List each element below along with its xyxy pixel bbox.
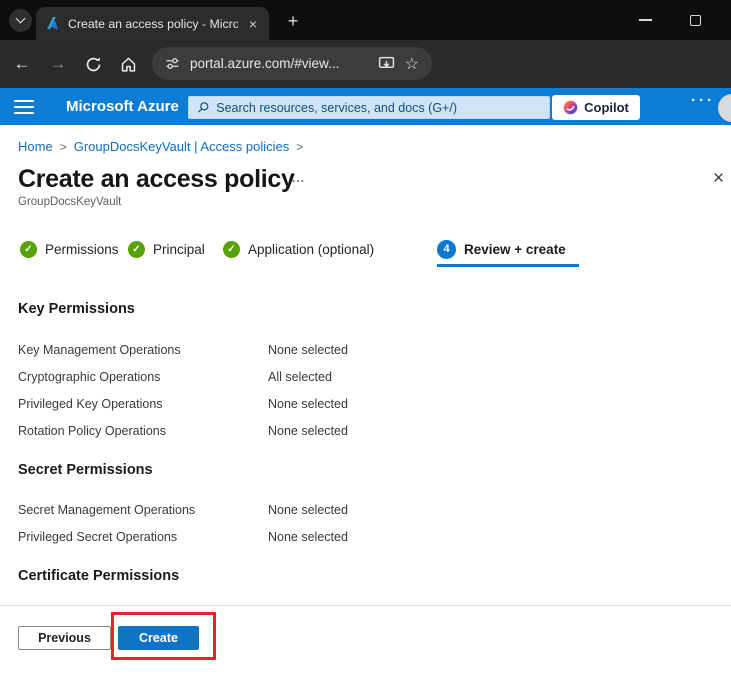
portal-menu-button[interactable] bbox=[14, 100, 34, 114]
title-more-button[interactable]: … bbox=[291, 169, 306, 185]
create-button[interactable]: Create bbox=[118, 626, 199, 650]
refresh-button[interactable] bbox=[78, 49, 108, 79]
new-tab-button[interactable]: + bbox=[281, 9, 305, 33]
permission-row: Key Management OperationsNone selected bbox=[18, 343, 348, 357]
azure-header: Microsoft Azure Copilot ··· bbox=[0, 88, 731, 125]
section-title-key-permissions: Key Permissions bbox=[18, 301, 135, 317]
copilot-icon bbox=[563, 100, 578, 115]
breadcrumb-keyvault[interactable]: GroupDocsKeyVault | Access policies bbox=[74, 139, 290, 154]
breadcrumb-separator: > bbox=[296, 140, 303, 154]
install-app-icon[interactable] bbox=[378, 55, 395, 72]
tab-strip: Create an access policy - Micros × + bbox=[0, 0, 731, 40]
check-icon: ✓ bbox=[128, 241, 145, 258]
azure-search-box[interactable] bbox=[188, 96, 550, 119]
search-input[interactable] bbox=[216, 101, 541, 115]
page-title: Create an access policy bbox=[18, 165, 295, 194]
copilot-label: Copilot bbox=[584, 100, 629, 115]
footer-divider bbox=[0, 605, 731, 606]
active-tab-underline bbox=[437, 264, 579, 267]
row-value: None selected bbox=[268, 503, 348, 517]
bookmark-star-icon[interactable]: ☆ bbox=[405, 54, 419, 74]
row-value: None selected bbox=[268, 343, 348, 357]
step-label: Permissions bbox=[45, 242, 119, 257]
breadcrumb: Home > GroupDocsKeyVault | Access policies… bbox=[18, 139, 310, 154]
tab-application[interactable]: ✓ Application (optional) bbox=[223, 238, 374, 260]
permission-row: Rotation Policy OperationsNone selected bbox=[18, 424, 348, 438]
azure-favicon-icon bbox=[45, 16, 60, 31]
step-label: Principal bbox=[153, 242, 205, 257]
home-icon bbox=[120, 56, 137, 73]
tab-principal[interactable]: ✓ Principal bbox=[128, 238, 205, 260]
browser-window: Create an access policy - Micros × + ← → bbox=[0, 0, 731, 689]
close-blade-icon[interactable]: × bbox=[713, 168, 724, 190]
section-title-certificate-permissions: Certificate Permissions bbox=[18, 568, 179, 584]
permission-row: Secret Management OperationsNone selecte… bbox=[18, 503, 348, 517]
copilot-button[interactable]: Copilot bbox=[552, 95, 640, 120]
more-commands-button[interactable]: ··· bbox=[691, 92, 715, 109]
forward-button[interactable]: → bbox=[43, 49, 73, 79]
row-value: None selected bbox=[268, 530, 348, 544]
row-value: None selected bbox=[268, 424, 348, 438]
address-bar[interactable]: portal.azure.com/#view... ☆ bbox=[152, 47, 432, 80]
step-label: Review + create bbox=[464, 242, 566, 257]
page-subtitle: GroupDocsKeyVault bbox=[18, 196, 121, 208]
tab-close-icon[interactable]: × bbox=[246, 16, 260, 32]
section-title-secret-permissions: Secret Permissions bbox=[18, 462, 153, 478]
back-button[interactable]: ← bbox=[7, 49, 37, 79]
maximize-button[interactable] bbox=[672, 0, 718, 40]
permission-row: Privileged Key OperationsNone selected bbox=[18, 397, 348, 411]
permission-row: Cryptographic OperationsAll selected bbox=[18, 370, 332, 384]
tab-permissions[interactable]: ✓ Permissions bbox=[20, 238, 119, 260]
row-value: None selected bbox=[268, 397, 348, 411]
search-icon bbox=[197, 101, 209, 114]
hamburger-icon bbox=[14, 100, 34, 102]
previous-button[interactable]: Previous bbox=[18, 626, 111, 650]
maximize-icon bbox=[690, 15, 701, 26]
tab-title: Create an access policy - Micros bbox=[68, 17, 238, 31]
breadcrumb-separator: > bbox=[60, 140, 67, 154]
azure-brand[interactable]: Microsoft Azure bbox=[66, 88, 179, 125]
browser-toolbar: ← → portal.azure.com/#view... bbox=[0, 40, 731, 88]
site-info-icon[interactable] bbox=[165, 56, 180, 71]
tab-search-button[interactable] bbox=[9, 9, 32, 32]
check-icon: ✓ bbox=[20, 241, 37, 258]
tab-review-create[interactable]: 4 Review + create bbox=[437, 238, 566, 260]
breadcrumb-home[interactable]: Home bbox=[18, 139, 53, 154]
browser-tab[interactable]: Create an access policy - Micros × bbox=[36, 7, 269, 40]
check-icon: ✓ bbox=[223, 241, 240, 258]
refresh-icon bbox=[85, 56, 102, 73]
chevron-down-icon bbox=[16, 14, 26, 24]
minimize-icon bbox=[639, 19, 652, 21]
home-button[interactable] bbox=[113, 49, 143, 79]
permission-row: Privileged Secret OperationsNone selecte… bbox=[18, 530, 348, 544]
row-value: All selected bbox=[268, 370, 332, 384]
minimize-button[interactable] bbox=[622, 0, 668, 40]
url-text: portal.azure.com/#view... bbox=[190, 56, 368, 71]
step-number-badge: 4 bbox=[437, 240, 456, 259]
step-label: Application (optional) bbox=[248, 242, 374, 257]
